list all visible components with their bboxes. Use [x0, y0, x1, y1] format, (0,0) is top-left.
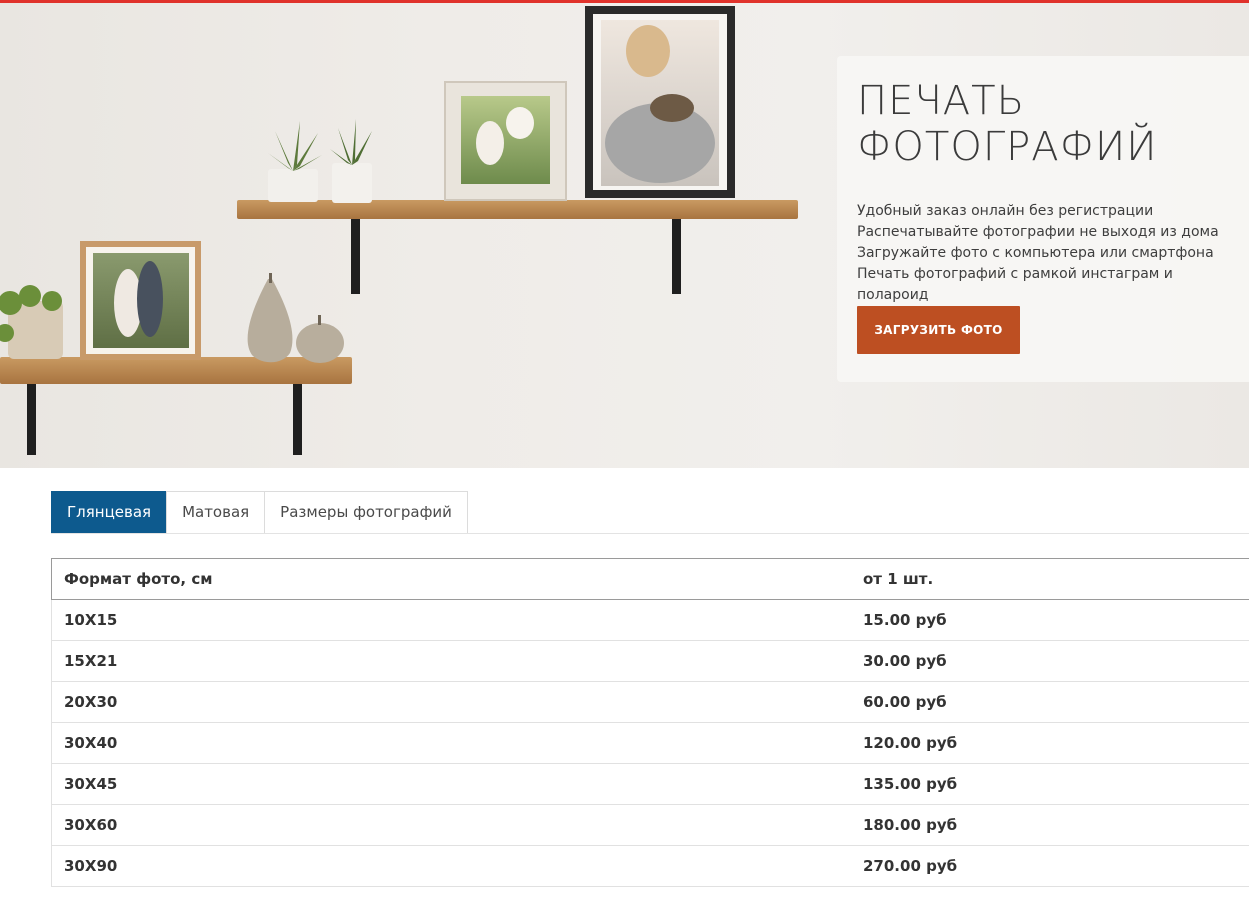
tabs-divider — [51, 533, 1249, 534]
table-row: 20X30 60.00 руб — [51, 681, 1249, 723]
format-cell: 15X21 — [51, 640, 851, 682]
format-cell: 30X90 — [51, 845, 851, 887]
format-cell: 30X45 — [51, 763, 851, 805]
paper-type-tabs: Глянцевая Матовая Размеры фотографий — [51, 491, 468, 534]
format-cell: 30X40 — [51, 722, 851, 764]
feature-item: Распечатывайте фотографии не выходя из д… — [857, 224, 1219, 240]
price-cell: 135.00 руб — [851, 763, 1249, 805]
feature-item: Печать фотографий с рамкой инстаграм и п… — [857, 266, 1173, 303]
hero-title-line-1: ПЕЧАТЬ — [857, 78, 1026, 124]
hero-title-line-2: ФОТОГРАФИЙ — [857, 124, 1158, 170]
column-header-price: от 1 шт. — [851, 558, 1249, 600]
table-row: 30X90 270.00 руб — [51, 845, 1249, 887]
price-cell: 60.00 руб — [851, 681, 1249, 723]
hero-title: ПЕЧАТЬ ФОТОГРАФИЙ — [857, 78, 1237, 170]
tab-glossy[interactable]: Глянцевая — [51, 491, 168, 534]
tab-photo-sizes[interactable]: Размеры фотографий — [264, 491, 468, 534]
format-cell: 30X60 — [51, 804, 851, 846]
price-cell: 30.00 руб — [851, 640, 1249, 682]
table-header-row: Формат фото, см от 1 шт. — [51, 558, 1249, 600]
tab-matte[interactable]: Матовая — [166, 491, 266, 534]
upload-photo-button[interactable]: ЗАГРУЗИТЬ ФОТО — [857, 306, 1020, 354]
price-cell: 180.00 руб — [851, 804, 1249, 846]
table-row: 15X21 30.00 руб — [51, 640, 1249, 682]
table-row: 30X60 180.00 руб — [51, 804, 1249, 846]
price-table: Формат фото, см от 1 шт. 10X15 15.00 руб… — [51, 558, 1249, 887]
price-cell: 270.00 руб — [851, 845, 1249, 887]
table-row: 30X40 120.00 руб — [51, 722, 1249, 764]
price-cell: 15.00 руб — [851, 599, 1249, 641]
feature-list: Удобный заказ онлайн без регистрации Рас… — [857, 201, 1237, 306]
table-row: 10X15 15.00 руб — [51, 599, 1249, 641]
format-cell: 10X15 — [51, 599, 851, 641]
feature-item: Удобный заказ онлайн без регистрации — [857, 203, 1154, 219]
table-row: 30X45 135.00 руб — [51, 763, 1249, 805]
price-cell: 120.00 руб — [851, 722, 1249, 764]
feature-item: Загружайте фото с компьютера или смартфо… — [857, 245, 1214, 261]
format-cell: 20X30 — [51, 681, 851, 723]
column-header-format: Формат фото, см — [51, 558, 851, 600]
